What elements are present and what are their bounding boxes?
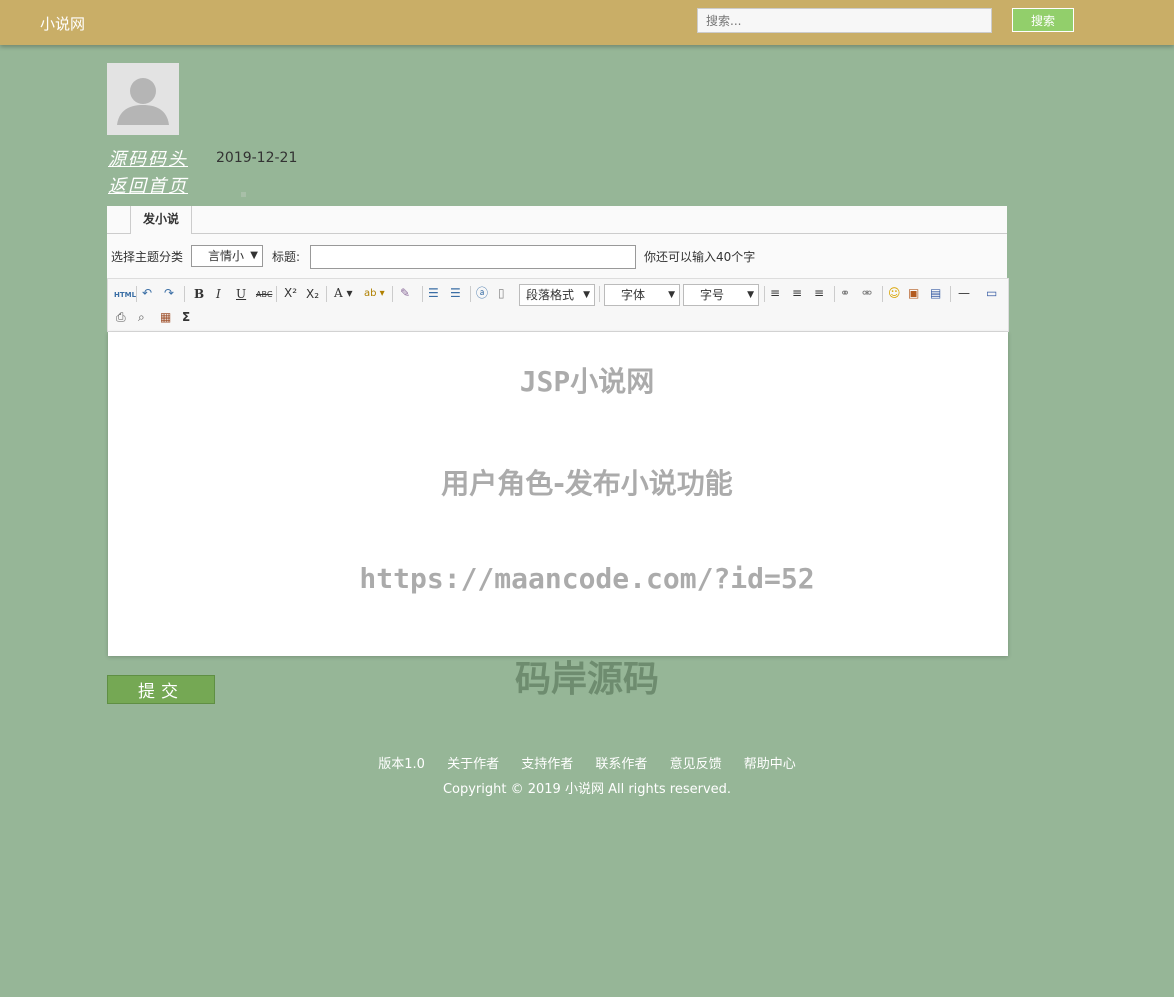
footer-links: 版本1.0 关于作者 支持作者 联系作者 意见反馈 帮助中心 — [0, 753, 1174, 772]
toolbar-separator — [764, 286, 765, 302]
highlight-icon[interactable]: ab ▾ — [364, 286, 385, 302]
font-family-value: 字体 — [621, 288, 645, 302]
toolbar-separator — [422, 286, 423, 302]
footer-link-contact[interactable]: 联系作者 — [595, 757, 647, 772]
submit-button[interactable]: 提交 — [107, 675, 215, 704]
font-color-icon[interactable]: A ▾ — [334, 285, 353, 301]
category-label: 选择主题分类 — [111, 248, 183, 265]
toolbar-separator — [470, 286, 471, 302]
decorative-dot — [241, 192, 246, 197]
editor-line-title: JSP小说网 — [0, 360, 1174, 400]
font-size-select[interactable]: 字号 ▼ — [683, 284, 759, 306]
font-size-value: 字号 — [700, 288, 724, 302]
formula-sigma-icon[interactable]: Σ — [182, 309, 190, 325]
user-silhouette-icon — [107, 63, 179, 135]
strikethrough-icon[interactable]: ABC — [256, 287, 272, 303]
ordered-list-icon[interactable]: ☰ — [428, 285, 439, 301]
toolbar-separator — [184, 286, 185, 302]
toolbar-separator — [950, 286, 951, 302]
category-selected-value: 言情小 — [208, 249, 244, 263]
anchor-icon[interactable]: ⓐ — [476, 285, 488, 301]
unlink-icon[interactable]: ⚮ — [862, 285, 872, 301]
print-icon[interactable]: ⎙ — [116, 309, 126, 325]
post-date: 2019-12-21 — [216, 150, 297, 166]
footer-link-about[interactable]: 关于作者 — [447, 757, 499, 772]
chevron-down-icon: ▼ — [250, 246, 258, 266]
page-icon[interactable]: ▯ — [498, 285, 505, 301]
chevron-down-icon: ▼ — [583, 285, 590, 305]
toolbar-separator — [599, 286, 600, 302]
home-link[interactable]: 返回首页 — [108, 172, 188, 198]
paragraph-format-value: 段落格式 — [526, 288, 574, 302]
title-input[interactable] — [310, 245, 636, 269]
search-button[interactable]: 搜索 — [1012, 8, 1074, 32]
zoom-icon[interactable]: ⌕ — [138, 309, 145, 325]
author-name-link[interactable]: 源码码头 — [108, 145, 188, 171]
toolbar-separator — [326, 286, 327, 302]
char-limit-hint: 你还可以输入40个字 — [644, 248, 755, 265]
bold-icon[interactable]: B — [194, 286, 204, 302]
html-source-icon[interactable]: HTML — [114, 287, 136, 303]
image-icon[interactable]: ▣ — [908, 285, 919, 301]
editor-toolbar: HTML ↶ ↷ B I U ABC X² X₂ A ▾ ab ▾ ✎ ☰ ☰ … — [107, 278, 1009, 332]
font-family-select[interactable]: 字体 ▼ — [604, 284, 680, 306]
category-select[interactable]: 言情小 ▼ — [191, 245, 263, 267]
superscript-icon[interactable]: X² — [284, 285, 297, 301]
chevron-down-icon: ▼ — [668, 285, 675, 305]
link-icon[interactable]: ⚭ — [840, 285, 850, 301]
footer-link-version[interactable]: 版本1.0 — [378, 757, 425, 772]
post-form-panel: 发小说 选择主题分类 言情小 ▼ 标题: 你还可以输入40个字 — [107, 206, 1007, 278]
toolbar-separator — [276, 286, 277, 302]
align-center-icon[interactable]: ≡ — [792, 285, 802, 301]
align-left-icon[interactable]: ≡ — [770, 285, 780, 301]
unordered-list-icon[interactable]: ☰ — [450, 285, 461, 301]
paragraph-format-select[interactable]: 段落格式 ▼ — [519, 284, 595, 306]
subscript-icon[interactable]: X₂ — [306, 286, 319, 302]
title-label: 标题: — [272, 248, 300, 265]
avatar — [107, 63, 179, 135]
paste-icon[interactable]: ▦ — [160, 309, 171, 325]
emoticon-icon[interactable]: ☺ — [888, 285, 901, 301]
footer-link-support[interactable]: 支持作者 — [521, 757, 573, 772]
tab-strip: 发小说 — [107, 206, 1007, 234]
chevron-down-icon: ▼ — [747, 285, 754, 305]
top-navbar: 小说网 搜索 — [0, 0, 1174, 45]
save-icon[interactable]: ▤ — [930, 285, 941, 301]
search-input[interactable] — [697, 8, 992, 33]
editor-line-subtitle: 用户角色-发布小说功能 — [0, 462, 1174, 502]
preview-icon[interactable]: ▭ — [986, 285, 997, 301]
site-brand[interactable]: 小说网 — [40, 13, 85, 34]
footer-link-help[interactable]: 帮助中心 — [744, 757, 796, 772]
toolbar-separator — [392, 286, 393, 302]
toolbar-separator — [834, 286, 835, 302]
horizontal-rule-icon[interactable]: — — [958, 285, 970, 301]
footer-link-feedback[interactable]: 意见反馈 — [670, 757, 722, 772]
toolbar-separator — [136, 286, 137, 302]
tab-post-novel[interactable]: 发小说 — [130, 206, 192, 234]
redo-icon[interactable]: ↷ — [164, 285, 174, 301]
align-right-icon[interactable]: ≡ — [814, 285, 824, 301]
underline-icon[interactable]: U — [236, 286, 246, 302]
copyright-text: Copyright © 2019 小说网 All rights reserved… — [0, 778, 1174, 797]
toolbar-separator — [882, 286, 883, 302]
editor-line-url: https://maancode.com/?id=52 — [0, 562, 1174, 595]
italic-icon[interactable]: I — [216, 286, 221, 302]
eraser-icon[interactable]: ✎ — [400, 285, 410, 301]
undo-icon[interactable]: ↶ — [142, 285, 152, 301]
